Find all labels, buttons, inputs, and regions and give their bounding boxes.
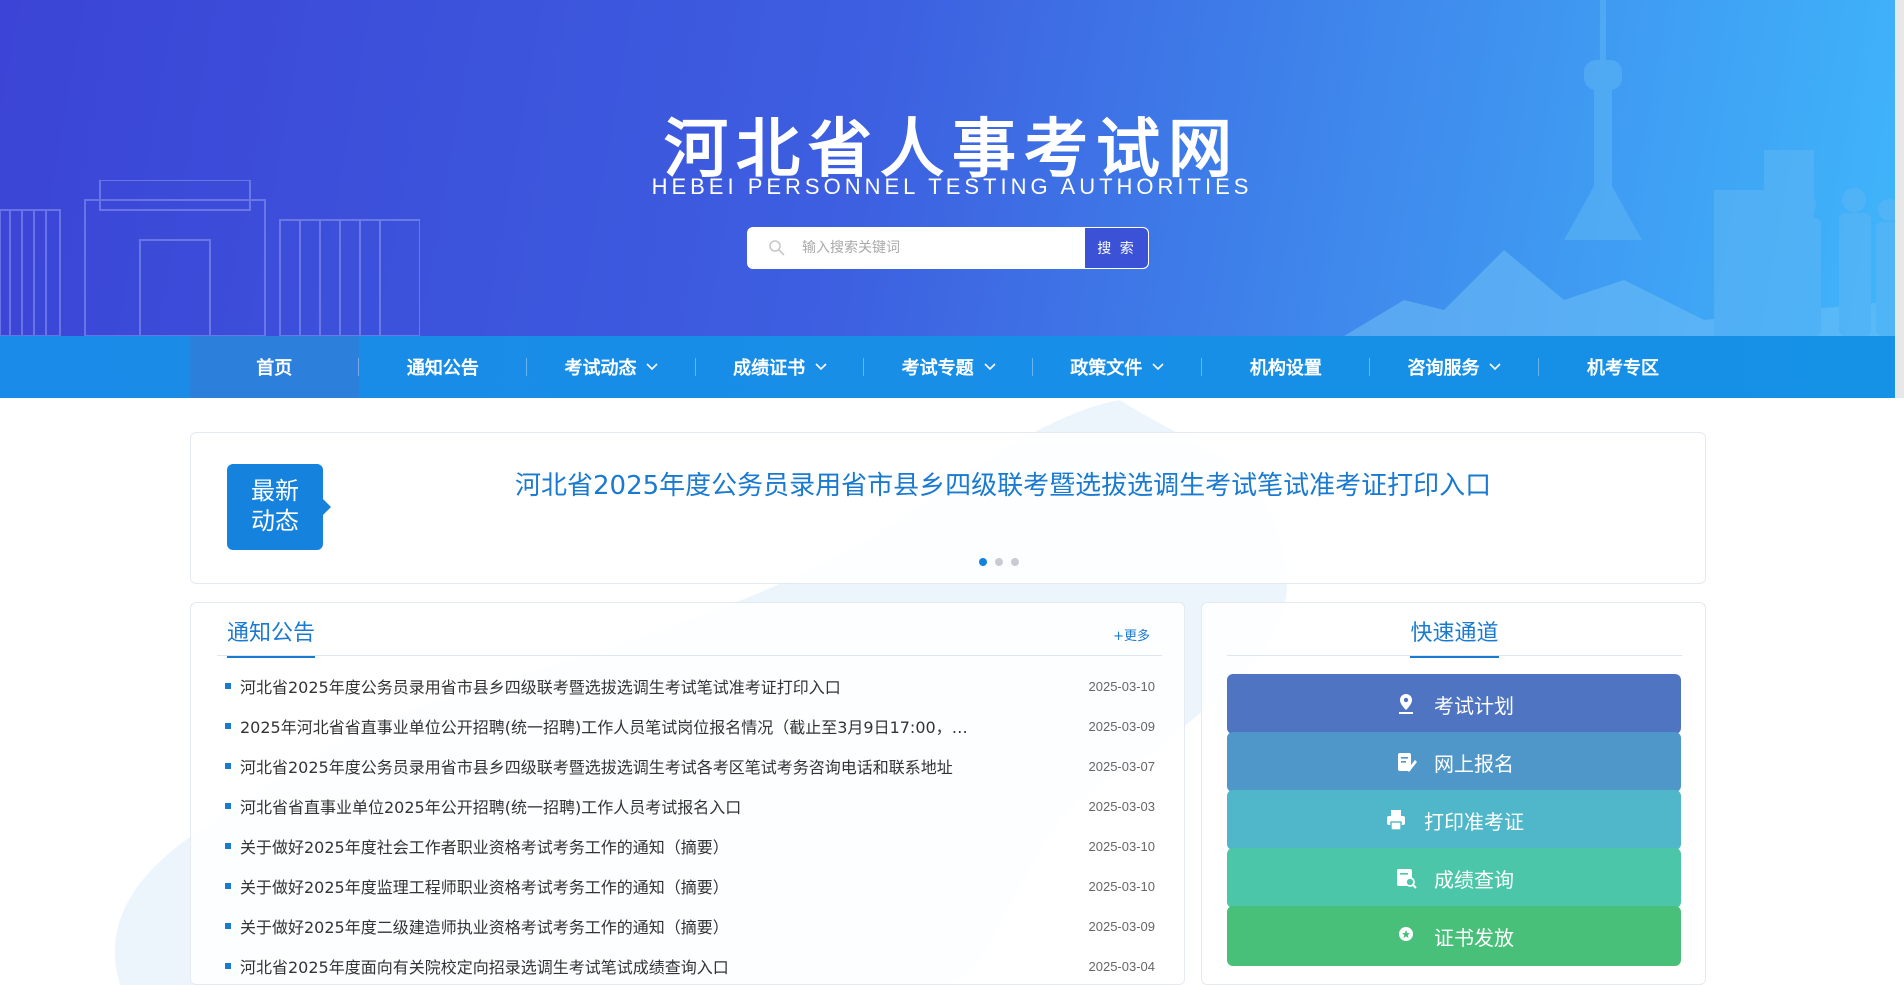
notices-panel: 通知公告 +更多 河北省2025年度公务员录用省市县乡四级联考暨选拔选调生考试笔… [190,602,1185,985]
carousel-dot-3[interactable] [1011,558,1019,566]
notice-row[interactable]: 河北省2025年度面向有关院校定向招录选调生考试笔试成绩查询入口 2025-03-… [225,946,1155,985]
news-headline-link[interactable]: 河北省2025年度公务员录用省市县乡四级联考暨选拔选调生考试笔试准考证打印入口 [515,465,1555,502]
nav-item-label: 成绩证书 [733,358,806,379]
notice-date: 2025-03-03 [1088,798,1156,814]
carousel-dot-2[interactable] [995,558,1003,566]
bullet-icon [225,843,231,849]
bullet-icon [225,963,231,969]
notice-title[interactable]: 河北省省直事业单位2025年公开招聘(统一招聘)工作人员考试报名入口 [240,794,741,818]
nav-item[interactable]: 通知公告 [359,336,528,398]
nav-item[interactable]: 政策文件 [1033,336,1202,398]
notice-date: 2025-03-10 [1088,838,1156,854]
quick-access-panel: 快速通道 考试计划网上报名打印准考证成绩查询证书发放 [1201,602,1706,985]
nav-item-label: 机考专区 [1587,358,1660,379]
scrollbar[interactable] [1895,0,1904,398]
quick-access-button[interactable]: 证书发放 [1227,906,1681,966]
bullet-icon [225,763,231,769]
tag-line-2: 动态 [251,507,299,535]
bullet-icon [225,723,231,729]
notice-row[interactable]: 河北省省直事业单位2025年公开招聘(统一招聘)工作人员考试报名入口 2025-0… [225,786,1155,826]
more-link[interactable]: +更多 [1113,625,1150,644]
nav-item[interactable]: 考试动态 [527,336,696,398]
notices-title[interactable]: 通知公告 [227,615,316,658]
search-input[interactable] [802,228,1068,268]
bullet-icon [225,803,231,809]
chevron-down-icon [646,363,659,371]
nav-item[interactable]: 成绩证书 [696,336,865,398]
search-button[interactable]: 搜 索 [1084,228,1148,268]
quick-access-label: 打印准考证 [1424,809,1524,834]
nav-item-label: 考试动态 [564,358,637,379]
nav-item-label: 政策文件 [1070,358,1143,379]
site-subtitle: HEBEI PERSONNEL TESTING AUTHORITIES [651,174,1253,199]
bullet-icon [225,923,231,929]
carousel-dot-1[interactable] [979,558,987,566]
museum-building-illustration [0,180,420,336]
nav-item-label: 考试专题 [901,358,974,379]
tag-line-1: 最新 [251,477,299,505]
notice-title[interactable]: 河北省2025年度公务员录用省市县乡四级联考暨选拔选调生考试笔试准考证打印入口 [240,674,841,698]
notice-title[interactable]: 关于做好2025年度二级建造师执业资格考试考务工作的通知（摘要） [240,914,729,938]
search-icon [769,240,785,256]
carousel-dots [979,558,1019,566]
notice-title[interactable]: 河北省2025年度公务员录用省市县乡四级联考暨选拔选调生考试各考区笔试考务咨询电… [240,754,953,778]
nav-item[interactable]: 机考专区 [1539,336,1708,398]
nav-item[interactable]: 考试专题 [864,336,1033,398]
notice-date: 2025-03-07 [1088,758,1156,774]
latest-news-tag: 最新 动态 [227,464,331,550]
search-bar: 搜 索 [747,227,1149,269]
page: 河北省人事考试网 HEBEI PERSONNEL TESTING AUTHORI… [0,0,1904,985]
edit-form-icon [1398,753,1417,772]
quick-access-label: 考试计划 [1434,693,1514,718]
notice-title[interactable]: 关于做好2025年度监理工程师职业资格考试考务工作的通知（摘要） [240,874,729,898]
chevron-down-icon [1489,363,1502,371]
quick-access-label: 成绩查询 [1434,867,1514,892]
quick-access-button[interactable]: 成绩查询 [1227,848,1681,908]
notice-date: 2025-03-10 [1088,678,1156,694]
nav-item[interactable]: 机构设置 [1202,336,1371,398]
notice-list: 河北省2025年度公务员录用省市县乡四级联考暨选拔选调生考试笔试准考证打印入口 2… [225,666,1155,985]
notice-row[interactable]: 关于做好2025年度二级建造师执业资格考试考务工作的通知（摘要） 2025-03-… [225,906,1155,946]
nav-item[interactable]: 首页 [190,336,359,398]
certificate-icon [1399,927,1413,941]
chevron-down-icon [984,363,996,371]
notice-date: 2025-03-04 [1088,958,1156,974]
printer-icon [1387,810,1405,831]
quick-access-button[interactable]: 考试计划 [1227,674,1681,734]
divider [217,655,1162,656]
nav-item-label: 咨询服务 [1407,358,1480,379]
notice-title[interactable]: 关于做好2025年度社会工作者职业资格考试考务工作的通知（摘要） [240,834,729,858]
quick-access-label: 网上报名 [1434,751,1514,776]
quick-access-button[interactable]: 网上报名 [1227,732,1681,792]
nav-list: 首页 通知公告 考试动态 成绩证书 考试专题 政策文件 机构设置 咨询服务 机考专区 [190,336,1708,398]
score-search-icon [1397,869,1417,889]
chevron-down-icon [1152,363,1164,371]
quick-access-title: 快速通道 [1410,615,1499,658]
notice-date: 2025-03-09 [1088,718,1156,734]
latest-news-carousel: 最新 动态 河北省2025年度公务员录用省市县乡四级联考暨选拔选调生考试笔试准考… [190,432,1706,584]
bullet-icon [225,883,231,889]
nav-item-label: 机构设置 [1249,358,1322,379]
nav-item[interactable]: 咨询服务 [1370,336,1539,398]
chevron-down-icon [815,363,827,371]
bullet-icon [225,683,231,689]
header-banner: 河北省人事考试网 HEBEI PERSONNEL TESTING AUTHORI… [0,0,1904,336]
divider [1227,655,1682,656]
notice-title[interactable]: 河北省2025年度面向有关院校定向招录选调生考试笔试成绩查询入口 [240,954,729,978]
notice-row[interactable]: 关于做好2025年度社会工作者职业资格考试考务工作的通知（摘要） 2025-03-… [225,826,1155,866]
notice-date: 2025-03-10 [1088,878,1156,894]
notice-row[interactable]: 河北省2025年度公务员录用省市县乡四级联考暨选拔选调生考试各考区笔试考务咨询电… [225,746,1155,786]
notice-date: 2025-03-09 [1088,918,1156,934]
quick-access-button[interactable]: 打印准考证 [1227,790,1681,850]
nav-item-label: 通知公告 [406,358,479,379]
notice-row[interactable]: 河北省2025年度公务员录用省市县乡四级联考暨选拔选调生考试笔试准考证打印入口 2… [225,666,1155,706]
notice-row[interactable]: 关于做好2025年度监理工程师职业资格考试考务工作的通知（摘要） 2025-03-… [225,866,1155,906]
main-nav: 首页 通知公告 考试动态 成绩证书 考试专题 政策文件 机构设置 咨询服务 机考专区 [0,336,1895,398]
location-pin-icon [1399,694,1413,714]
quick-access-label: 证书发放 [1434,925,1514,950]
notice-row[interactable]: 2025年河北省省直事业单位公开招聘(统一招聘)工作人员笔试岗位报名情况（截止至… [225,706,1155,746]
nav-item-label: 首页 [256,358,293,379]
notice-title[interactable]: 2025年河北省省直事业单位公开招聘(统一招聘)工作人员笔试岗位报名情况（截止至… [240,714,980,738]
